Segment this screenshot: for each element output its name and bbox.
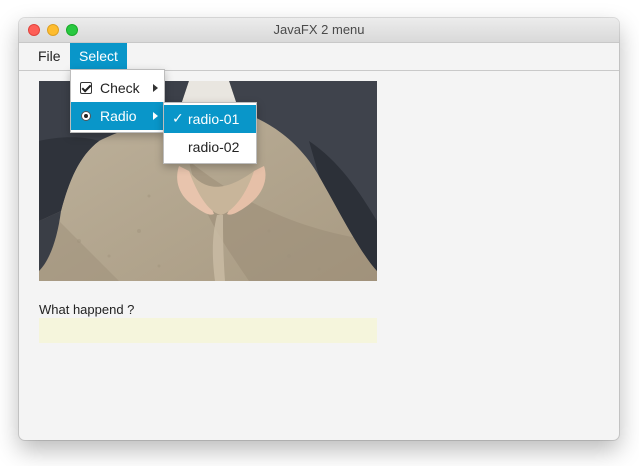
title-bar: JavaFX 2 menu [19,18,619,43]
menu-select[interactable]: Select [70,43,127,70]
menu-file[interactable]: File [29,43,70,70]
submenu-item-radio-02[interactable]: radio-02 [164,133,256,161]
radio-submenu-popup: ✓ radio-01 radio-02 [163,102,257,164]
submenu-arrow-icon [153,112,158,120]
submenu-arrow-icon [153,84,158,92]
submenu-item-radio-01-label: radio-01 [188,111,240,127]
submenu-item-radio-01[interactable]: ✓ radio-01 [164,105,256,133]
menu-item-radio-label: Radio [100,108,137,124]
menu-item-check-label: Check [100,80,140,96]
menu-bar: File Select [19,43,619,71]
window-title: JavaFX 2 menu [273,22,365,37]
radio-icon [81,111,91,121]
submenu-item-radio-02-label: radio-02 [188,139,240,155]
answer-field[interactable] [39,318,377,343]
checkmark-icon: ✓ [172,111,184,127]
menu-item-radio[interactable]: Radio [71,102,164,130]
question-label: What happend ? [39,302,135,317]
menu-item-check[interactable]: Check [71,74,164,102]
select-menu-popup: Check Radio [70,69,165,133]
checkbox-icon [80,82,92,94]
